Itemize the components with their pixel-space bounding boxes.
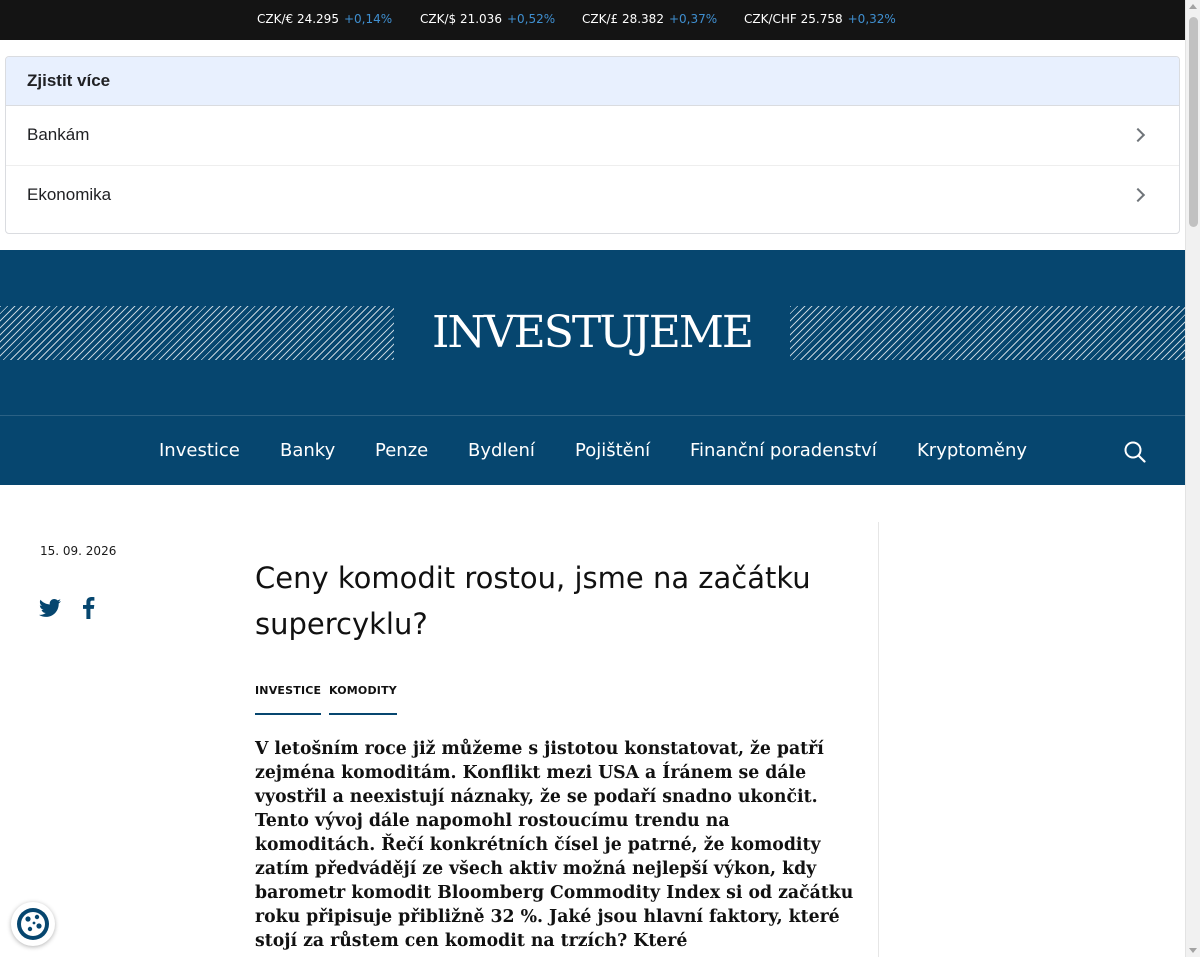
ticker-pair: CZK/$ 21.036 xyxy=(420,12,502,26)
scroll-down-arrow[interactable] xyxy=(1189,948,1197,953)
decorative-hatch xyxy=(790,306,1185,360)
learn-more-box: Zjistit více Bankám Ekonomika xyxy=(5,56,1180,234)
currency-ticker: CZK/€ 24.295 +0,14% CZK/$ 21.036 +0,52% CZ… xyxy=(0,0,1185,40)
article-date: 15. 09. 2026 xyxy=(40,544,117,558)
cookie-icon xyxy=(17,908,49,940)
scroll-up-arrow[interactable] xyxy=(1189,4,1197,9)
ticker-item: CZK/£ 28.382 +0,37% xyxy=(582,12,717,26)
article-title: Ceny komodit rostou, jsme na začátku sup… xyxy=(255,561,811,641)
search-icon[interactable] xyxy=(1124,441,1146,463)
main-nav: Investice Banky Penze Bydlení Pojištění … xyxy=(0,415,1185,485)
nav-item-banky[interactable]: Banky xyxy=(280,440,335,461)
scroll-thumb[interactable] xyxy=(1189,17,1198,227)
nav-item-kryptomeny[interactable]: Kryptoměny xyxy=(917,440,1027,461)
ticker-item: CZK/CHF 25.758 +0,32% xyxy=(744,12,896,26)
facebook-icon[interactable] xyxy=(77,596,101,620)
twitter-icon[interactable] xyxy=(38,596,62,620)
page-scrollbar[interactable] xyxy=(1185,0,1200,957)
learn-more-item-label: Bankám xyxy=(27,125,90,144)
nav-item-penze[interactable]: Penze xyxy=(375,440,428,461)
nav-item-bydleni[interactable]: Bydlení xyxy=(468,440,535,461)
ticker-pair: CZK/CHF 25.758 xyxy=(744,12,843,26)
ticker-item: CZK/€ 24.295 +0,14% xyxy=(257,12,392,26)
chevron-right-icon xyxy=(1130,187,1146,203)
ticker-change: +0,32% xyxy=(847,12,896,26)
learn-more-item[interactable]: Ekonomika xyxy=(6,166,1179,226)
learn-more-item-label: Ekonomika xyxy=(27,185,112,204)
ticker-pair: CZK/€ 24.295 xyxy=(257,12,339,26)
ticker-change: +0,14% xyxy=(343,12,393,26)
chevron-right-icon xyxy=(1130,127,1146,143)
ticker-item: CZK/$ 21.036 +0,52% xyxy=(420,12,555,26)
article-tag[interactable]: INVESTICE xyxy=(255,684,322,715)
decorative-hatch xyxy=(0,306,394,360)
ticker-change: +0,37% xyxy=(668,12,718,26)
site-logo[interactable]: INVESTUJEME xyxy=(394,306,790,360)
nav-item-financni-poradenstvi[interactable]: Finanční poradenství xyxy=(690,440,877,461)
nav-item-investice[interactable]: Investice xyxy=(159,440,240,461)
ticker-change: +0,52% xyxy=(506,12,556,26)
masthead: INVESTUJEME xyxy=(0,250,1185,415)
article-tag[interactable]: KOMODITY xyxy=(329,684,397,715)
cookie-settings-button[interactable] xyxy=(11,902,55,946)
sidebar-divider xyxy=(878,522,879,957)
nav-item-pojisteni[interactable]: Pojištění xyxy=(575,440,650,461)
article-lead: V letošním roce již můžeme s jistotou ko… xyxy=(255,739,854,951)
learn-more-item[interactable]: Bankám xyxy=(6,106,1179,166)
ticker-pair: CZK/£ 28.382 xyxy=(582,12,664,26)
learn-more-heading: Zjistit více xyxy=(6,57,1179,106)
